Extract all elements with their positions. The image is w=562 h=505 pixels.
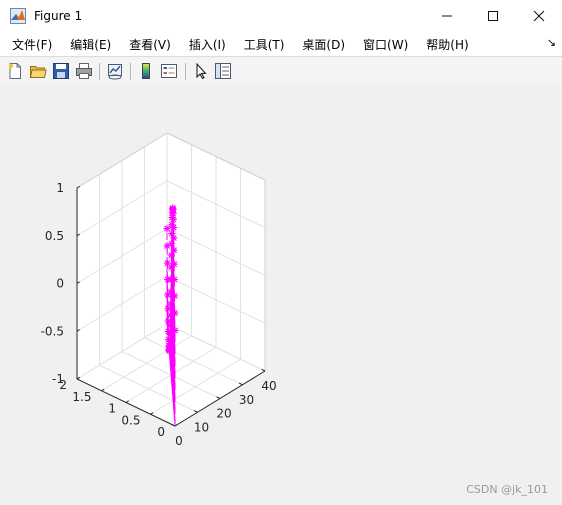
z-tick-label: 1 [56, 181, 64, 195]
save-icon[interactable] [52, 62, 70, 80]
menu-file[interactable]: 文件(F) [8, 36, 56, 53]
data-marker [168, 221, 176, 229]
menu-window[interactable]: 窗口(W) [359, 36, 412, 53]
x-tick-label: 0 [175, 434, 183, 448]
maximize-icon [488, 11, 498, 21]
data-marker [164, 275, 172, 284]
maximize-button[interactable] [470, 0, 516, 32]
x-tick-label: 30 [239, 393, 254, 407]
data-marker [168, 213, 176, 222]
insert-legend-icon[interactable] [160, 62, 178, 80]
title-bar: Figure 1 [0, 0, 562, 32]
minimize-icon [442, 15, 452, 17]
toolbar-separator [130, 63, 131, 80]
y-tick-label: 0 [157, 425, 165, 439]
data-marker [164, 327, 172, 336]
select-arrow-icon[interactable] [192, 62, 210, 80]
menu-tools[interactable]: 工具(T) [240, 36, 289, 53]
menu-edit[interactable]: 编辑(E) [66, 36, 115, 53]
window-title: Figure 1 [34, 9, 83, 23]
z-tick-label: 0 [56, 277, 64, 291]
data-marker [167, 251, 175, 259]
y-tick-label: 1.5 [72, 390, 91, 404]
link-plot-icon[interactable] [106, 62, 124, 80]
close-button[interactable] [516, 0, 562, 32]
menu-bar: 文件(F) 编辑(E) 查看(V) 插入(I) 工具(T) 桌面(D) 窗口(W… [0, 32, 562, 56]
close-icon [533, 10, 545, 22]
toolbar-separator [185, 63, 186, 80]
menu-view[interactable]: 查看(V) [125, 36, 175, 53]
property-inspector-icon[interactable] [214, 62, 232, 80]
data-marker [164, 305, 172, 313]
z-tick-label: 0.5 [45, 229, 64, 243]
x-tick-label: 40 [261, 379, 276, 393]
data-marker [163, 242, 171, 250]
menu-help[interactable]: 帮助(H) [422, 36, 472, 53]
y-tick-label: 0.5 [121, 413, 140, 427]
new-figure-icon[interactable] [6, 62, 24, 80]
minimize-button[interactable] [424, 0, 470, 32]
data-marker [163, 224, 171, 233]
data-marker [165, 336, 173, 344]
open-file-icon[interactable] [29, 62, 47, 80]
menu-insert[interactable]: 插入(I) [185, 36, 230, 53]
x-tick-label: 10 [194, 420, 209, 434]
menu-overflow-icon[interactable]: ↘ [547, 36, 556, 49]
data-marker [164, 317, 172, 325]
z-tick-label: -0.5 [41, 324, 64, 338]
toolbar [0, 56, 562, 86]
watermark: CSDN @jk_101 [466, 483, 548, 496]
data-marker [164, 291, 172, 299]
print-icon[interactable] [75, 62, 93, 80]
menu-desktop[interactable]: 桌面(D) [298, 36, 349, 53]
plot3-axes[interactable]: 01020304000.511.52-1-0.500.51 [0, 85, 562, 505]
z-tick-label: -1 [52, 372, 64, 386]
insert-colorbar-icon[interactable] [137, 62, 155, 80]
y-tick-label: 1 [108, 402, 116, 416]
data-marker [163, 259, 171, 267]
matlab-logo-icon [10, 8, 26, 24]
toolbar-separator [99, 63, 100, 80]
x-tick-label: 20 [216, 407, 231, 421]
